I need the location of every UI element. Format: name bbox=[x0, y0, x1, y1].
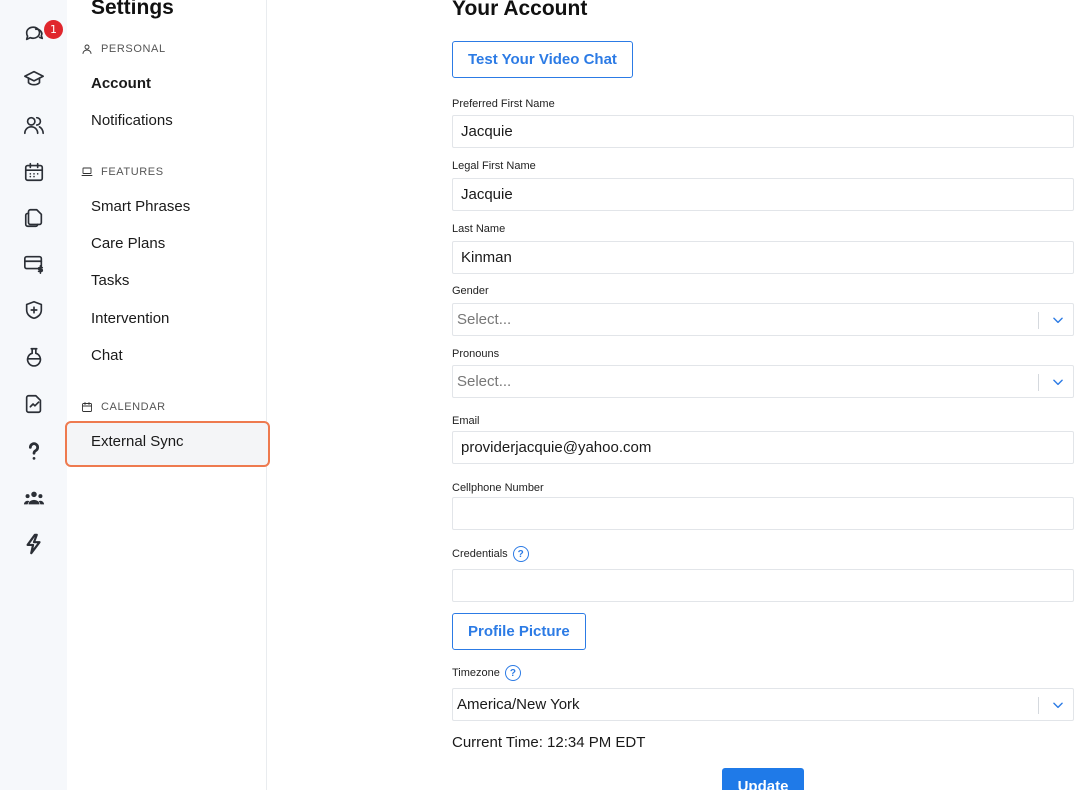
sidebar-title: Settings bbox=[91, 0, 174, 19]
section-calendar: CALENDAR bbox=[81, 401, 166, 413]
user-icon bbox=[82, 44, 92, 54]
billing-icon[interactable] bbox=[22, 252, 46, 276]
cellphone-input[interactable] bbox=[452, 497, 1074, 530]
help-icon[interactable] bbox=[22, 439, 46, 463]
test-video-chat-button[interactable]: Test Your Video Chat bbox=[452, 41, 633, 78]
users-icon[interactable] bbox=[22, 113, 46, 137]
documents-icon[interactable] bbox=[22, 206, 46, 230]
account-form: Your Account Test Your Video Chat Prefer… bbox=[267, 0, 1074, 790]
sidebar-item-chat[interactable]: Chat bbox=[91, 347, 123, 364]
notification-badge: 1 bbox=[44, 20, 63, 39]
section-label: PERSONAL bbox=[101, 43, 166, 55]
section-features: FEATURES bbox=[81, 166, 164, 178]
legal-first-name-label: Legal First Name bbox=[452, 160, 536, 172]
help-circle-icon[interactable]: ? bbox=[504, 665, 521, 681]
help-circle-icon[interactable]: ? bbox=[512, 546, 529, 562]
sidebar-item-notifications[interactable]: Notifications bbox=[91, 112, 173, 129]
pronouns-placeholder: Select... bbox=[457, 373, 512, 390]
legal-first-name-input[interactable] bbox=[452, 178, 1074, 211]
preferred-first-name-label: Preferred First Name bbox=[452, 98, 555, 110]
email-label: Email bbox=[452, 415, 480, 427]
team-icon[interactable] bbox=[22, 486, 46, 510]
lightning-icon[interactable] bbox=[22, 532, 46, 556]
chevron-down-icon bbox=[1051, 375, 1065, 389]
sidebar-item-smart-phrases[interactable]: Smart Phrases bbox=[91, 198, 190, 215]
select-separator bbox=[1038, 697, 1039, 714]
select-separator bbox=[1038, 374, 1039, 391]
icon-rail: 1 bbox=[0, 0, 67, 790]
laptop-icon bbox=[81, 167, 93, 176]
calendar-icon bbox=[82, 402, 92, 412]
sidebar-item-intervention[interactable]: Intervention bbox=[91, 310, 169, 327]
messages-icon[interactable] bbox=[22, 20, 46, 44]
last-name-label: Last Name bbox=[452, 223, 506, 235]
update-button[interactable]: Update bbox=[722, 768, 804, 790]
lab-flask-icon[interactable] bbox=[22, 345, 46, 369]
page-title: Your Account bbox=[452, 0, 588, 20]
sidebar-item-care-plans[interactable]: Care Plans bbox=[91, 235, 165, 252]
preferred-first-name-input[interactable] bbox=[452, 115, 1074, 148]
timezone-label-text: Timezone bbox=[452, 667, 500, 679]
sidebar-item-label: External Sync bbox=[91, 433, 184, 450]
credentials-input[interactable] bbox=[452, 569, 1074, 602]
chevron-down-icon bbox=[1051, 313, 1065, 327]
gender-label: Gender bbox=[452, 285, 489, 297]
graduation-cap-icon[interactable] bbox=[22, 67, 46, 91]
section-label: CALENDAR bbox=[101, 401, 166, 413]
pronouns-label: Pronouns bbox=[452, 348, 500, 360]
pronouns-select[interactable]: Select... bbox=[452, 365, 1074, 398]
credentials-label-text: Credentials bbox=[452, 548, 508, 560]
timezone-label: Timezone ? bbox=[452, 665, 521, 681]
chevron-down-icon bbox=[1051, 698, 1065, 712]
last-name-input[interactable] bbox=[452, 241, 1074, 274]
shield-icon[interactable] bbox=[22, 298, 46, 322]
profile-picture-button[interactable]: Profile Picture bbox=[452, 613, 586, 650]
sidebar-item-tasks[interactable]: Tasks bbox=[91, 272, 129, 289]
email-input[interactable] bbox=[452, 431, 1074, 464]
settings-sidebar: Settings PERSONAL Account Notifications … bbox=[65, 0, 270, 790]
gender-select[interactable]: Select... bbox=[452, 303, 1074, 336]
current-time: Current Time: 12:34 PM EDT bbox=[452, 734, 646, 751]
sidebar-item-account[interactable]: Account bbox=[91, 75, 151, 92]
timezone-select[interactable]: America/New York bbox=[452, 688, 1074, 721]
credentials-label: Credentials ? bbox=[452, 546, 529, 562]
cellphone-label: Cellphone Number bbox=[452, 482, 544, 494]
chart-document-icon[interactable] bbox=[22, 392, 46, 416]
gender-placeholder: Select... bbox=[457, 311, 512, 328]
section-personal: PERSONAL bbox=[81, 43, 166, 55]
section-label: FEATURES bbox=[101, 166, 164, 178]
calendar-icon[interactable] bbox=[22, 160, 46, 184]
select-separator bbox=[1038, 312, 1039, 329]
timezone-value: America/New York bbox=[457, 696, 580, 713]
